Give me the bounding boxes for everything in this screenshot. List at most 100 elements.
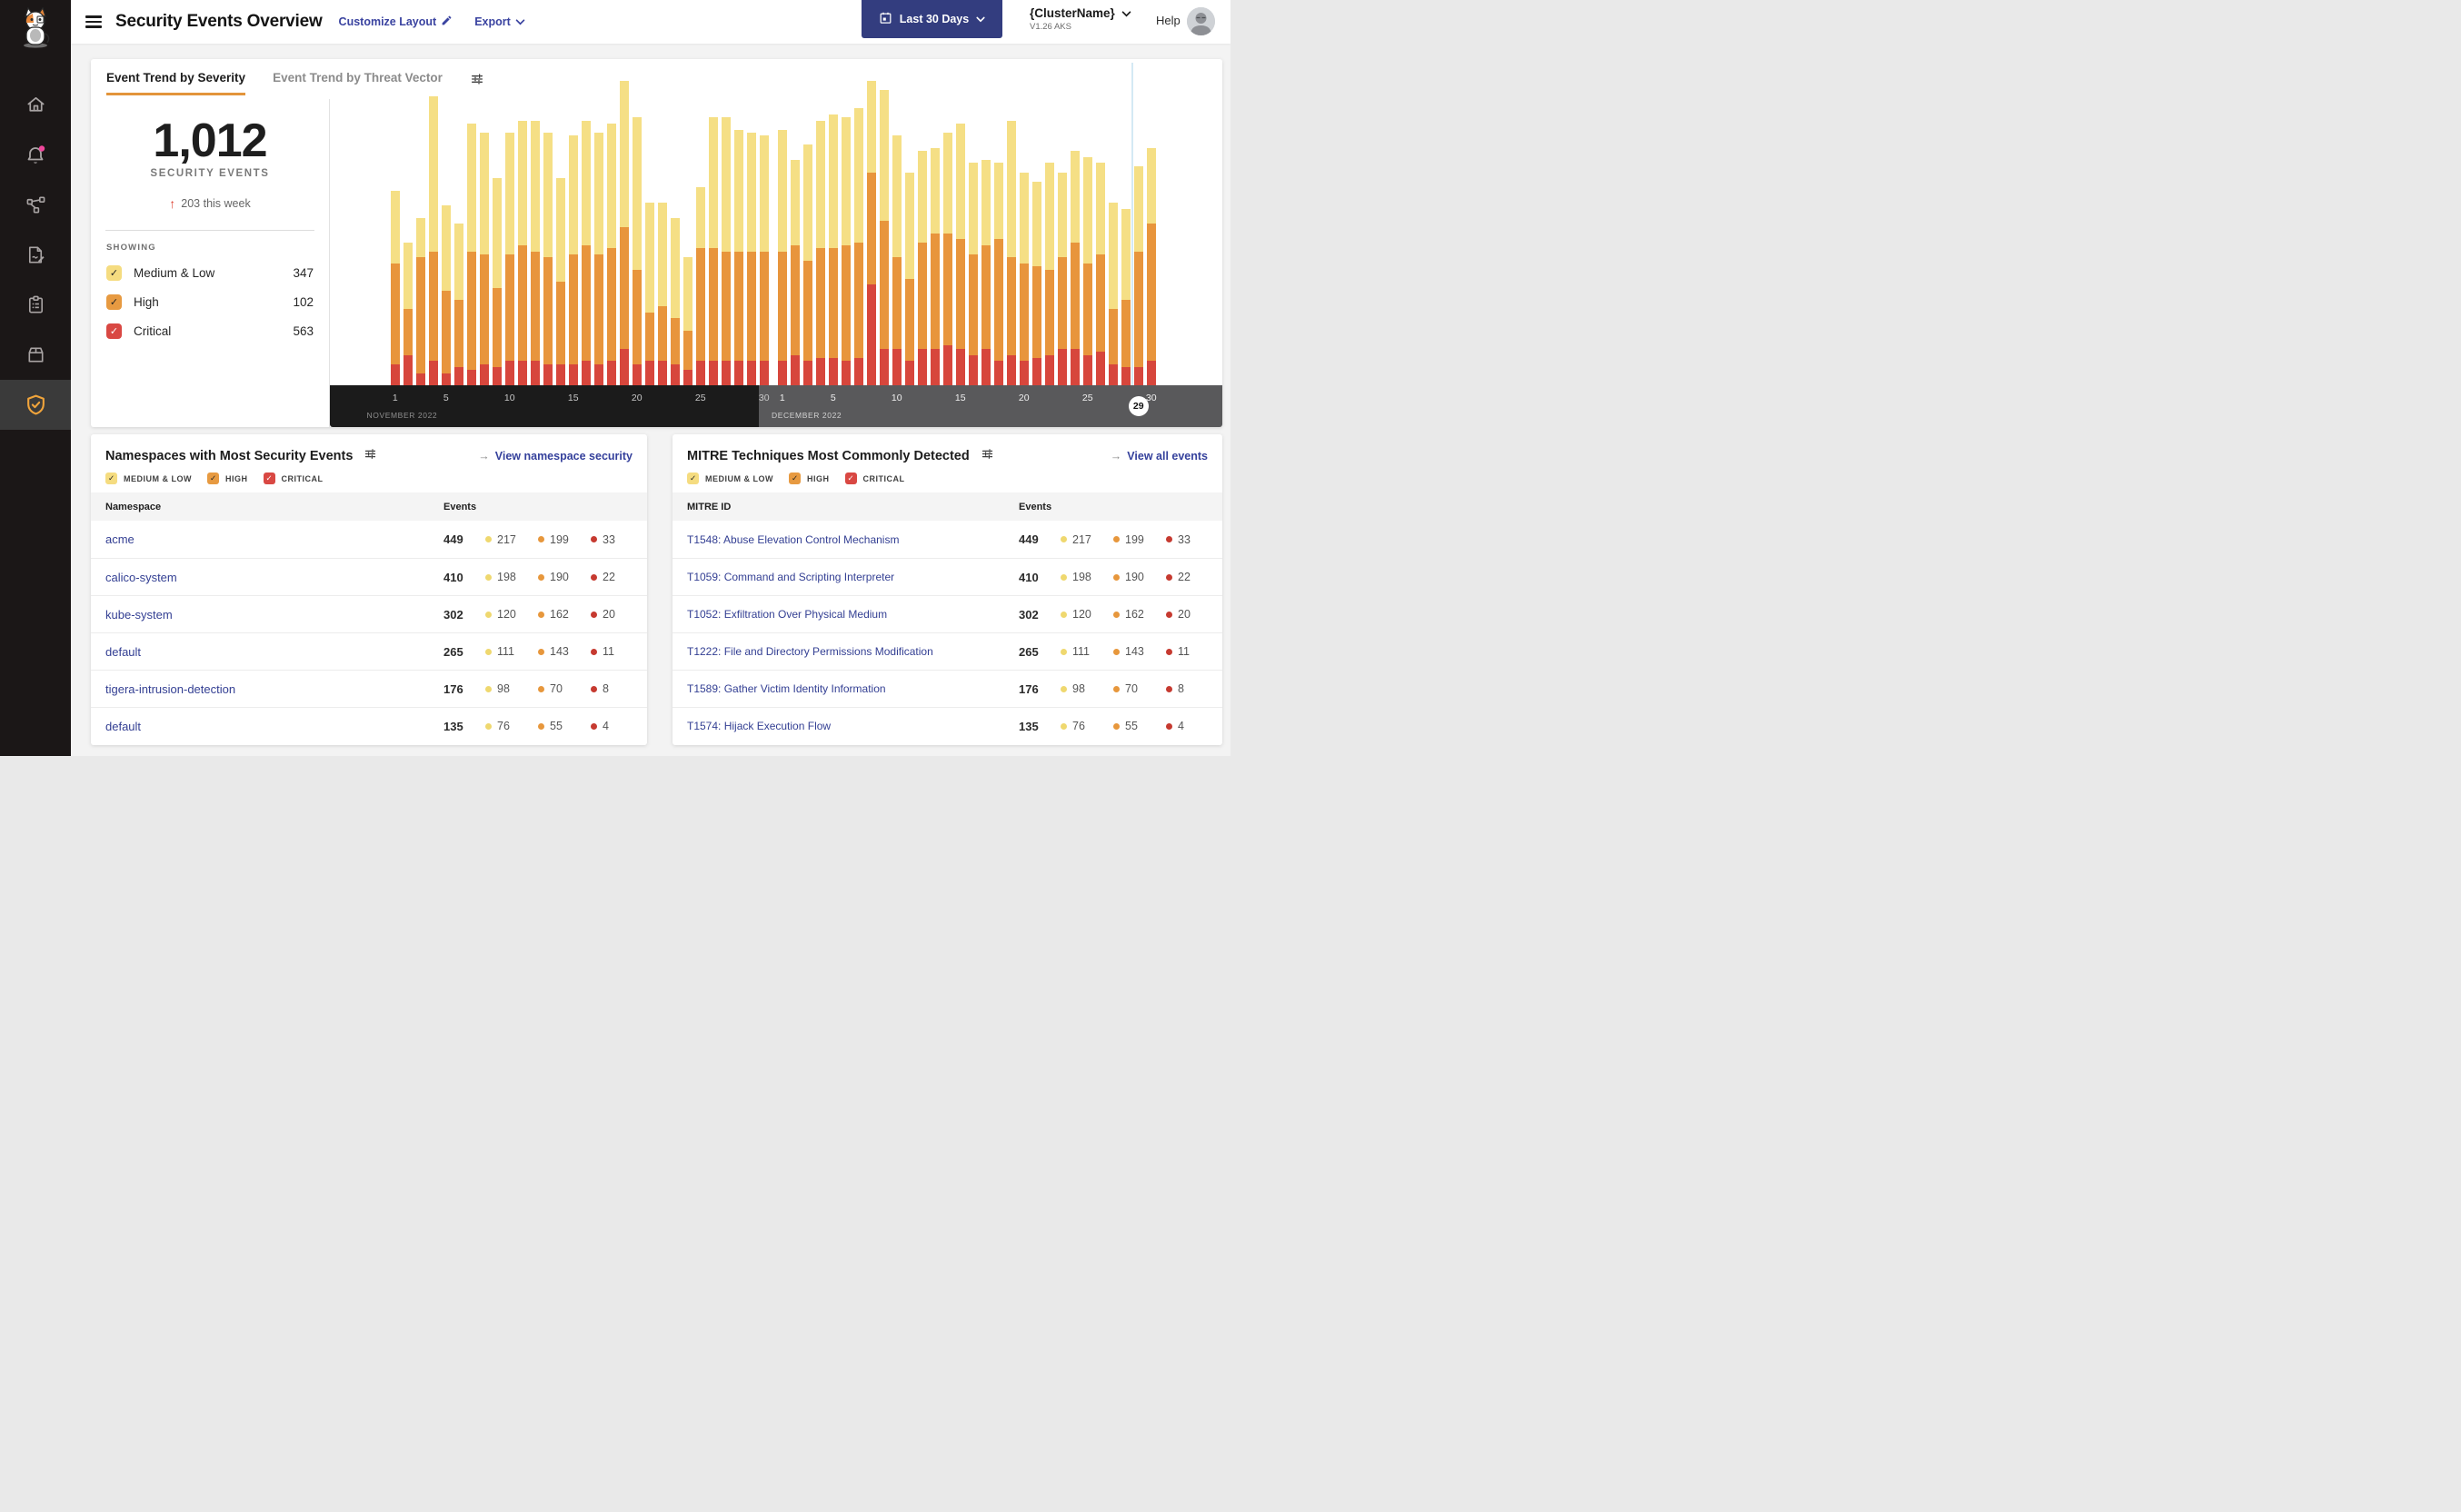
sidebar-item-image-assurance[interactable] <box>0 330 71 380</box>
help-link[interactable]: Help <box>1156 14 1181 27</box>
export-button[interactable]: Export <box>474 15 525 28</box>
chart-bar[interactable] <box>428 95 438 385</box>
mitre-technique-link[interactable]: T1548: Abuse Elevation Control Mechanism <box>687 533 1019 546</box>
severity-filter-checkbox[interactable]: ✓ <box>105 472 117 484</box>
chart-bar[interactable] <box>1146 147 1156 385</box>
chart-bar[interactable] <box>993 163 1003 385</box>
severity-filter-checkbox[interactable]: ✓ <box>207 472 219 484</box>
chart-bar[interactable] <box>917 151 927 385</box>
severity-filter-checkbox[interactable]: ✓ <box>844 472 857 484</box>
hamburger-menu-icon[interactable] <box>85 13 102 31</box>
view-all-events-link[interactable]: → View all events <box>1111 450 1208 463</box>
chart-bar[interactable] <box>841 117 851 385</box>
namespace-link[interactable]: default <box>105 720 443 733</box>
mitre-technique-link[interactable]: T1059: Command and Scripting Interpreter <box>687 571 1019 583</box>
tab-event-trend-by-severity[interactable]: Event Trend by Severity <box>106 71 246 95</box>
chart-bar[interactable] <box>981 160 991 385</box>
chart-bar[interactable] <box>942 132 952 385</box>
namespace-link[interactable]: default <box>105 645 443 659</box>
severity-filter-checkbox[interactable]: ✓ <box>789 472 801 484</box>
chart-bar[interactable] <box>517 120 527 385</box>
severity-checkbox[interactable]: ✓ <box>106 293 122 310</box>
date-range-button[interactable]: Last 30 Days <box>862 0 1002 38</box>
chart-bar[interactable] <box>1031 181 1041 385</box>
mitre-technique-link[interactable]: T1574: Hijack Execution Flow <box>687 720 1019 732</box>
chart-bar[interactable] <box>759 135 769 385</box>
sidebar-item-home[interactable] <box>0 80 71 130</box>
chart-bar[interactable] <box>828 114 838 385</box>
chart-bar[interactable] <box>695 187 705 385</box>
chart-bar[interactable] <box>790 160 800 385</box>
chart-bar[interactable] <box>403 242 413 385</box>
chart-bar[interactable] <box>866 81 876 385</box>
chart-bar[interactable] <box>1019 172 1029 385</box>
chart-bar[interactable] <box>441 205 451 385</box>
chart-bar[interactable] <box>466 123 476 385</box>
chart-bar[interactable] <box>504 132 514 385</box>
chart-bar[interactable] <box>733 129 743 385</box>
chart-bar[interactable] <box>632 117 642 385</box>
chart-bar[interactable] <box>1044 163 1054 385</box>
chart-bar[interactable] <box>1070 151 1080 385</box>
severity-filter-checkbox[interactable]: ✓ <box>263 472 275 484</box>
chart-bar[interactable] <box>708 117 718 385</box>
chart-bar[interactable] <box>593 132 603 385</box>
chart-bar[interactable] <box>1057 172 1067 385</box>
chart-bar[interactable] <box>568 135 578 385</box>
sidebar-item-service-graph[interactable] <box>0 180 71 230</box>
chart-bar[interactable] <box>1095 163 1105 385</box>
sidebar-item-alerts[interactable] <box>0 130 71 180</box>
chart-bar[interactable] <box>581 120 591 385</box>
chart-bar[interactable] <box>415 217 425 385</box>
chart-bar[interactable] <box>479 132 489 385</box>
namespace-link[interactable]: tigera-intrusion-detection <box>105 682 443 696</box>
cat-logo[interactable] <box>0 0 71 49</box>
chart-bar[interactable] <box>670 217 680 385</box>
namespace-link[interactable]: acme <box>105 532 443 546</box>
chart-bar[interactable] <box>777 129 787 385</box>
chart-bar[interactable] <box>453 224 463 385</box>
view-namespace-security-link[interactable]: → View namespace security <box>478 450 633 463</box>
chart-bar[interactable] <box>1006 120 1016 385</box>
chart-bar[interactable] <box>683 257 692 385</box>
cluster-selector[interactable]: {ClusterName} V1.26 AKS <box>1030 6 1131 32</box>
namespace-link[interactable]: kube-system <box>105 608 443 622</box>
chart-bar[interactable] <box>1082 156 1092 385</box>
namespace-link[interactable]: calico-system <box>105 571 443 584</box>
chart-bar[interactable] <box>606 123 616 385</box>
user-avatar[interactable] <box>1187 7 1215 35</box>
chart-settings-sliders-icon[interactable] <box>470 72 484 91</box>
customize-layout-button[interactable]: Customize Layout <box>339 15 453 29</box>
chart-bar[interactable] <box>1133 165 1143 385</box>
chart-bar[interactable] <box>892 135 902 385</box>
severity-checkbox[interactable]: ✓ <box>106 323 122 339</box>
sidebar-item-compliance[interactable] <box>0 280 71 330</box>
chart-bar[interactable] <box>657 203 667 385</box>
mitre-technique-link[interactable]: T1222: File and Directory Permissions Mo… <box>687 645 1019 658</box>
chart-bar[interactable] <box>1108 203 1118 385</box>
chart-bar[interactable] <box>802 144 812 385</box>
chart-bar[interactable] <box>879 90 889 385</box>
namespaces-settings-sliders-icon[interactable] <box>364 447 377 465</box>
severity-checkbox[interactable]: ✓ <box>106 264 122 281</box>
chart-bar[interactable] <box>555 178 565 385</box>
sidebar-item-threat-defense[interactable] <box>0 380 71 430</box>
chart-bar[interactable] <box>721 117 731 385</box>
chart-bar[interactable] <box>746 132 756 385</box>
chart-bar[interactable] <box>390 190 400 385</box>
chart-bar[interactable] <box>955 123 965 385</box>
sidebar-item-policies[interactable] <box>0 230 71 280</box>
chart-bar[interactable] <box>853 108 863 385</box>
chart-bar[interactable] <box>492 178 502 385</box>
chart-bar[interactable] <box>968 163 978 385</box>
mitre-technique-link[interactable]: T1052: Exfiltration Over Physical Medium <box>687 608 1019 621</box>
chart-bar[interactable] <box>930 147 940 385</box>
chart-bar[interactable] <box>1121 208 1131 385</box>
chart-bar[interactable] <box>543 132 553 385</box>
chart-bar[interactable] <box>644 203 654 385</box>
chart-bar[interactable] <box>815 120 825 385</box>
chart-bar[interactable] <box>904 172 914 385</box>
mitre-technique-link[interactable]: T1589: Gather Victim Identity Informatio… <box>687 682 1019 695</box>
chart-bar[interactable] <box>530 120 540 385</box>
tab-event-trend-by-threat-vector[interactable]: Event Trend by Threat Vector <box>273 71 443 93</box>
